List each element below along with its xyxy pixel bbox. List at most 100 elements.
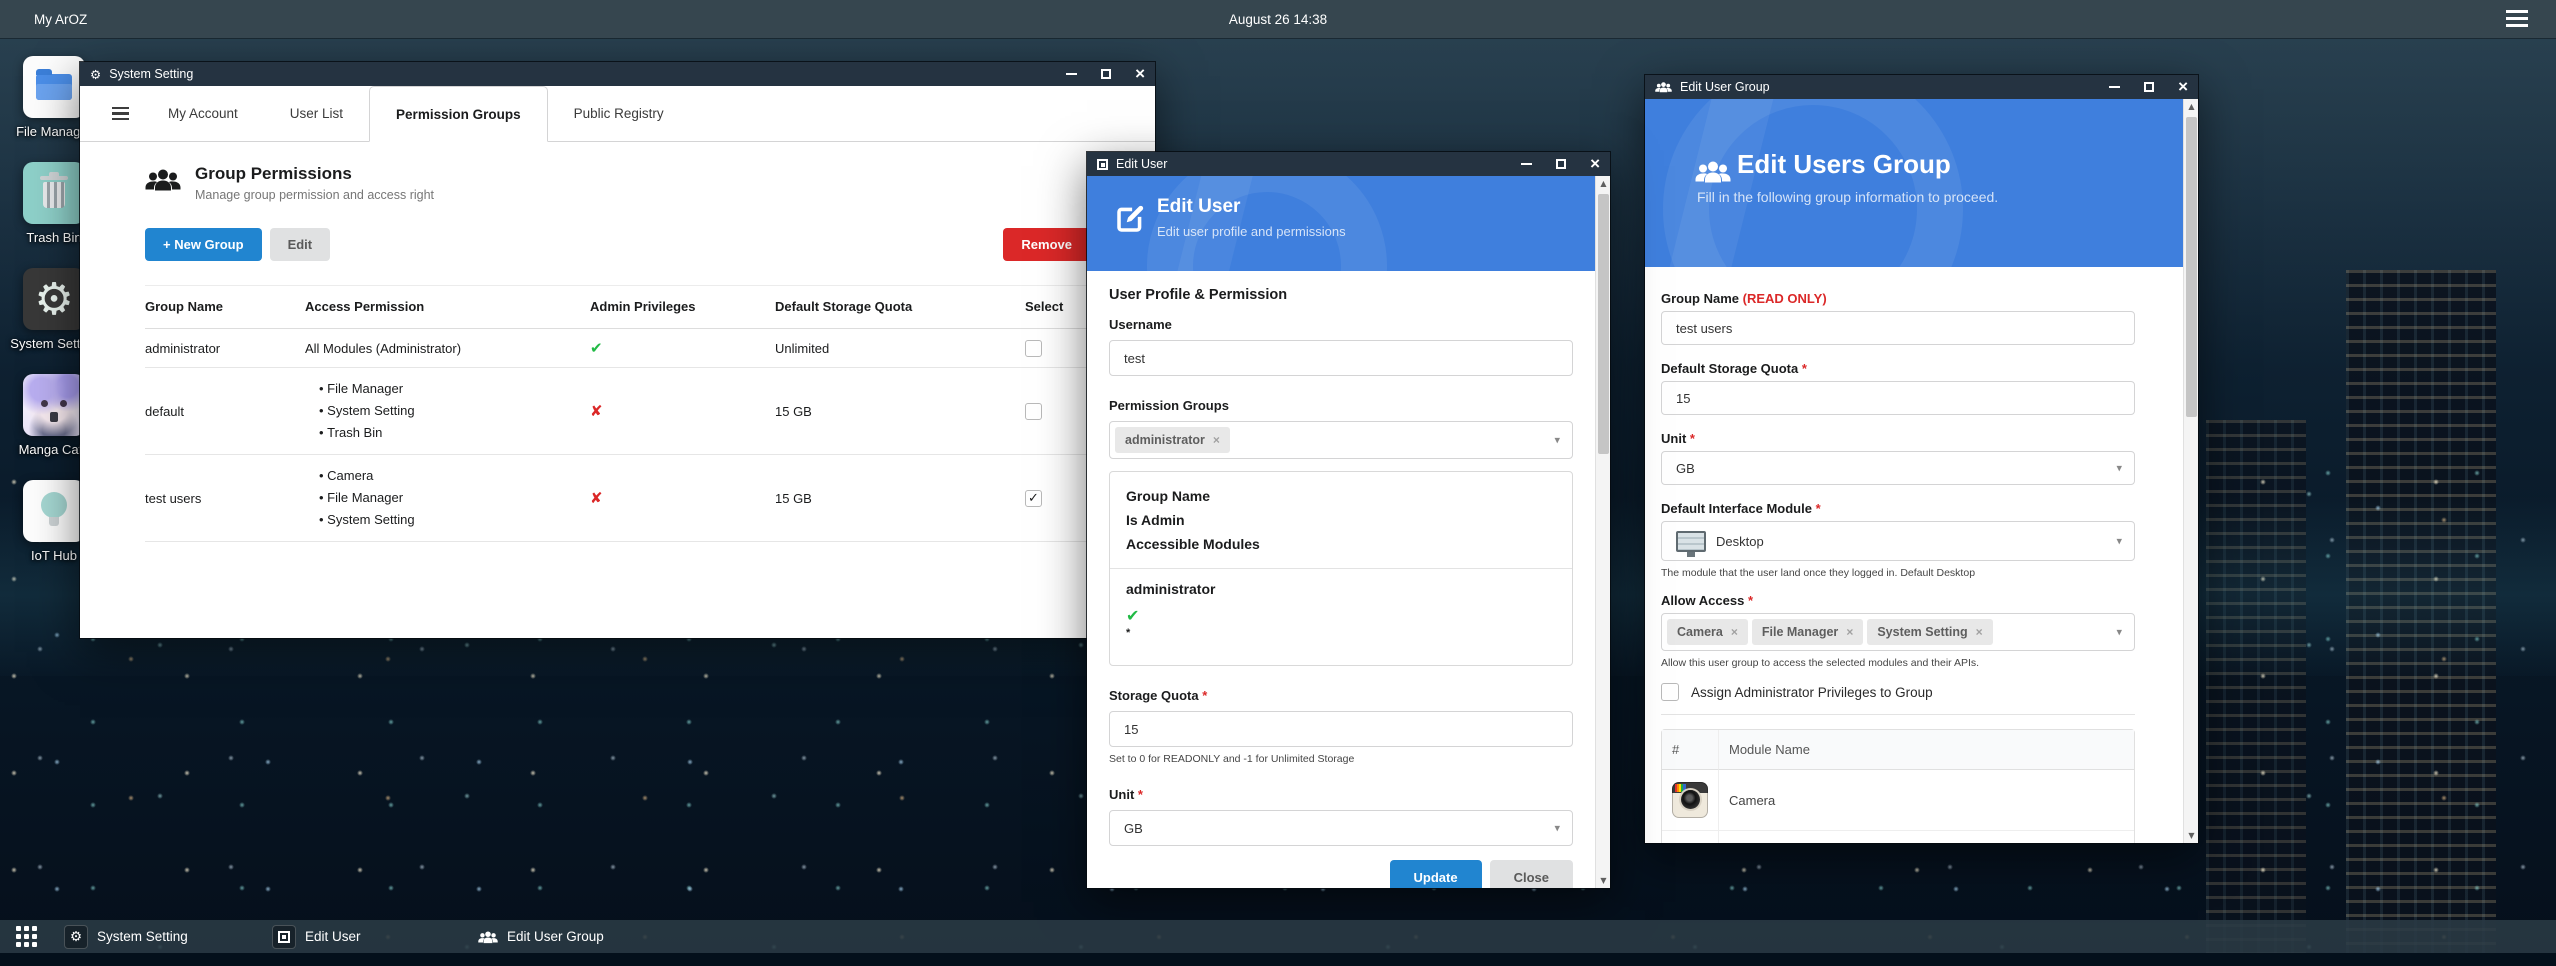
default-interface-module-select[interactable]: Desktop ▾	[1661, 521, 2135, 561]
storage-quota-helper: Set to 0 for READONLY and -1 for Unlimit…	[1109, 753, 1573, 765]
allow-access-multiselect[interactable]: Camera× File Manager× System Setting× ▾	[1661, 613, 2135, 651]
scroll-down-icon[interactable]: ▼	[2184, 828, 2198, 843]
window-title: Edit User Group	[1680, 80, 1770, 94]
tab-public-registry[interactable]: Public Registry	[548, 86, 690, 141]
minimize-button[interactable]	[1066, 66, 1077, 82]
group-info-field: Group Name	[1126, 484, 1556, 508]
update-button[interactable]: Update	[1390, 860, 1482, 888]
banner-title: Edit User	[1157, 196, 1240, 218]
tag-file-manager[interactable]: File Manager×	[1752, 619, 1863, 645]
page-subtitle: Manage group permission and access right	[195, 188, 434, 202]
row-select-checkbox[interactable]: ✓	[1025, 490, 1042, 507]
file-manager-icon	[23, 56, 85, 118]
app-launcher-grid-icon[interactable]	[16, 926, 37, 947]
chevron-down-icon: ▾	[2116, 626, 2122, 639]
plus-icon: +	[163, 237, 171, 252]
remove-tag-icon[interactable]: ×	[1846, 625, 1853, 639]
unit-select[interactable]: GB ▾	[1109, 810, 1573, 846]
permission-groups-multiselect[interactable]: administrator× ▾	[1109, 421, 1573, 459]
tag-administrator[interactable]: administrator×	[1115, 427, 1230, 453]
permission-groups-panel: Group Permissions Manage group permissio…	[80, 142, 1155, 542]
storage-quota-field[interactable]	[1109, 711, 1573, 747]
menu-hamburger-icon[interactable]	[2506, 10, 2530, 28]
col-access-permission: Access Permission	[305, 286, 590, 329]
col-index: #	[1662, 730, 1719, 770]
close-form-button[interactable]: Close	[1490, 860, 1573, 888]
banner-title: Edit Users Group	[1737, 149, 1951, 180]
readonly-note: (READ ONLY)	[1743, 291, 1827, 306]
minimize-button[interactable]	[2109, 79, 2120, 95]
table-row: default File Manager System Setting Tras…	[145, 368, 1090, 455]
minimize-button[interactable]	[1521, 156, 1532, 172]
edit-user-banner: Edit User Edit user profile and permissi…	[1087, 176, 1595, 271]
tab-permission-groups[interactable]: Permission Groups	[369, 86, 548, 142]
close-button[interactable]: ×	[1590, 156, 1600, 172]
unit-select[interactable]: GB ▾	[1661, 451, 2135, 485]
scrollbar-thumb[interactable]	[2186, 117, 2197, 417]
edit-pencil-icon	[1113, 202, 1147, 241]
edit-user-group-titlebar[interactable]: Edit User Group ×	[1645, 75, 2198, 99]
users-group-icon	[1695, 159, 1731, 189]
interface-module-helper: The module that the user land once they …	[1661, 567, 2135, 579]
edit-group-button[interactable]: Edit	[270, 228, 331, 261]
edit-user-group-window: Edit User Group × Edit Users Group Fill …	[1645, 75, 2198, 843]
scrollbar[interactable]: ▲ ▼	[1595, 176, 1610, 888]
tag-system-setting[interactable]: System Setting×	[1867, 619, 1992, 645]
close-button[interactable]: ×	[1135, 66, 1145, 82]
edit-user-window: Edit User × Edit User Edit user profile …	[1087, 152, 1610, 888]
remove-group-button[interactable]: Remove	[1003, 228, 1090, 261]
edit-user-titlebar[interactable]: Edit User ×	[1087, 152, 1610, 176]
taskbar-item-label: Edit User	[305, 929, 361, 944]
window-title: System Setting	[109, 67, 193, 81]
scroll-up-icon[interactable]: ▲	[1596, 176, 1610, 191]
brand-title: My ArOZ	[34, 12, 87, 27]
group-permissions-table: Group Name Access Permission Admin Privi…	[145, 285, 1090, 542]
default-storage-quota-field[interactable]	[1661, 381, 2135, 415]
checkbox-check-icon: ✓	[1028, 491, 1039, 506]
module-name-cell: Camera	[1719, 770, 2134, 831]
close-button[interactable]: ×	[2178, 79, 2188, 95]
group-name-cell: administrator	[145, 329, 305, 368]
maximize-button[interactable]	[2144, 79, 2154, 95]
module-table: # Module Name Camera	[1661, 729, 2135, 843]
assign-admin-row: ✓ Assign Administrator Privileges to Gro…	[1661, 683, 2135, 701]
table-row: test users Camera File Manager System Se…	[145, 455, 1090, 542]
row-select-checkbox[interactable]: ✓	[1025, 340, 1042, 357]
tag-camera[interactable]: Camera×	[1667, 619, 1748, 645]
manga-cafe-icon	[23, 374, 85, 436]
quota-cell: 15 GB	[775, 368, 1025, 455]
scrollbar[interactable]: ▲ ▼	[2183, 99, 2198, 843]
taskbar: ⚙ System Setting Edit User Edit User Gro…	[0, 920, 2556, 953]
remove-tag-icon[interactable]: ×	[1976, 625, 1983, 639]
section-title: User Profile & Permission	[1109, 287, 1573, 303]
divider	[1661, 714, 2135, 715]
scroll-down-icon[interactable]: ▼	[1596, 873, 1610, 888]
assign-admin-checkbox[interactable]: ✓	[1661, 683, 1679, 701]
col-group-name: Group Name	[145, 286, 305, 329]
scroll-up-icon[interactable]: ▲	[2184, 99, 2198, 114]
quota-cell: Unlimited	[775, 329, 1025, 368]
tab-user-list[interactable]: User List	[264, 86, 369, 141]
taskbar-item-edit-user[interactable]: Edit User	[272, 925, 361, 949]
edit-user-group-banner: Edit Users Group Fill in the following g…	[1645, 99, 2183, 267]
maximize-button[interactable]	[1101, 66, 1111, 82]
selected-unit: GB	[1676, 461, 1695, 476]
system-setting-titlebar[interactable]: ⚙ System Setting ×	[80, 62, 1155, 86]
scrollbar-thumb[interactable]	[1598, 194, 1609, 454]
tab-my-account[interactable]: My Account	[142, 86, 264, 141]
window-app-icon	[272, 925, 296, 949]
group-name-field[interactable]	[1661, 311, 2135, 345]
col-select: Select	[1025, 286, 1090, 329]
sidebar-toggle-hamburger-icon[interactable]	[98, 86, 142, 141]
maximize-button[interactable]	[1556, 156, 1566, 172]
username-field[interactable]	[1109, 340, 1573, 376]
row-select-checkbox[interactable]: ✓	[1025, 403, 1042, 420]
system-setting-window: ⚙ System Setting × My Account User List …	[80, 62, 1155, 638]
check-icon: ✔	[1126, 606, 1556, 625]
remove-tag-icon[interactable]: ×	[1213, 433, 1220, 447]
new-group-button[interactable]: + New Group	[145, 228, 262, 261]
taskbar-item-system-setting[interactable]: ⚙ System Setting	[64, 925, 188, 949]
taskbar-item-edit-user-group[interactable]: Edit User Group	[478, 929, 604, 944]
remove-tag-icon[interactable]: ×	[1731, 625, 1738, 639]
camera-app-icon	[1672, 782, 1708, 818]
